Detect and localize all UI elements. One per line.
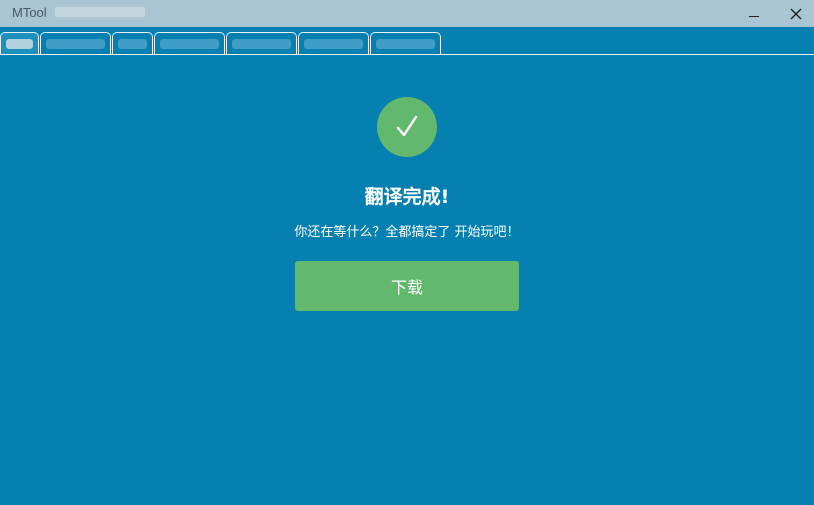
download-button[interactable]: 下载 — [295, 261, 519, 311]
window-title: MTool — [12, 5, 47, 20]
tab-label — [160, 39, 219, 49]
tab-label — [304, 39, 363, 49]
title-bar: MTool — [0, 0, 814, 27]
minimize-button[interactable] — [734, 0, 774, 27]
completion-title: 翻译完成! — [364, 186, 450, 208]
close-button[interactable] — [776, 0, 814, 27]
success-badge — [377, 97, 437, 157]
checkmark-icon — [396, 115, 418, 137]
tab-5[interactable] — [226, 32, 297, 54]
tab-3[interactable] — [112, 32, 153, 54]
tab-1[interactable] — [0, 32, 39, 54]
tab-6[interactable] — [298, 32, 369, 54]
minimize-icon — [749, 16, 759, 17]
tab-2[interactable] — [40, 32, 111, 54]
close-icon — [790, 8, 802, 19]
tab-label — [118, 39, 147, 49]
tab-label — [232, 39, 291, 49]
tab-bar — [0, 27, 814, 55]
title-redacted-text — [55, 7, 145, 17]
tab-label — [6, 39, 33, 49]
completion-message: 你还在等什么？全都搞定了 开始玩吧！ — [294, 225, 520, 240]
tab-4[interactable] — [154, 32, 225, 54]
tab-label — [46, 39, 105, 49]
tab-7[interactable] — [370, 32, 441, 54]
completion-panel: 翻译完成! 你还在等什么？全都搞定了 开始玩吧！ 下载 — [0, 56, 814, 505]
tab-label — [376, 39, 435, 49]
